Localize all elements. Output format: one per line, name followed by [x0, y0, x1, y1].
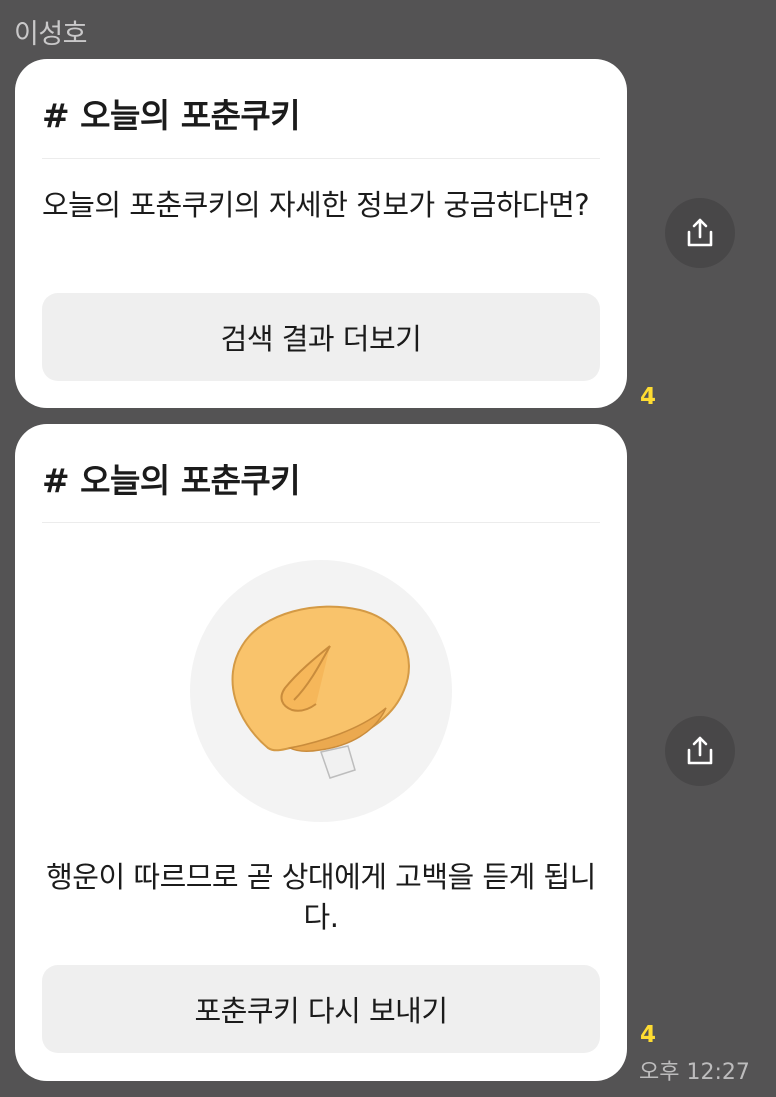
message-card-fortune: # 오늘의 포춘쿠키 행운이 따르므로 곧 상대에게 고백을 듣게 됩니다. 포… [15, 424, 627, 1081]
fortune-cookie-icon [231, 605, 410, 779]
more-results-button[interactable]: 검색 결과 더보기 [42, 293, 600, 381]
share-icon [687, 736, 713, 765]
fortune-cookie-image [190, 560, 452, 822]
card-title: # 오늘의 포춘쿠키 [42, 461, 301, 500]
share-button[interactable] [665, 716, 735, 786]
card-divider [42, 158, 600, 159]
card-body-text: 오늘의 포춘쿠키의 자세한 정보가 궁금하다면? [42, 188, 590, 222]
card-divider [42, 522, 600, 523]
unread-count: 4 [640, 1022, 657, 1048]
fortune-message: 행운이 따르므로 곧 상대에게 고백을 듣게 됩니다. [46, 860, 596, 934]
message-timestamp: 오후 12:27 [639, 1060, 750, 1085]
sender-name: 이성호 [14, 19, 88, 50]
share-button[interactable] [665, 198, 735, 268]
share-icon [687, 218, 713, 247]
resend-fortune-button[interactable]: 포춘쿠키 다시 보내기 [42, 965, 600, 1053]
message-card-search: # 오늘의 포춘쿠키 오늘의 포춘쿠키의 자세한 정보가 궁금하다면? 검색 결… [15, 59, 627, 408]
unread-count: 4 [640, 384, 657, 410]
card-title: # 오늘의 포춘쿠키 [42, 96, 301, 135]
